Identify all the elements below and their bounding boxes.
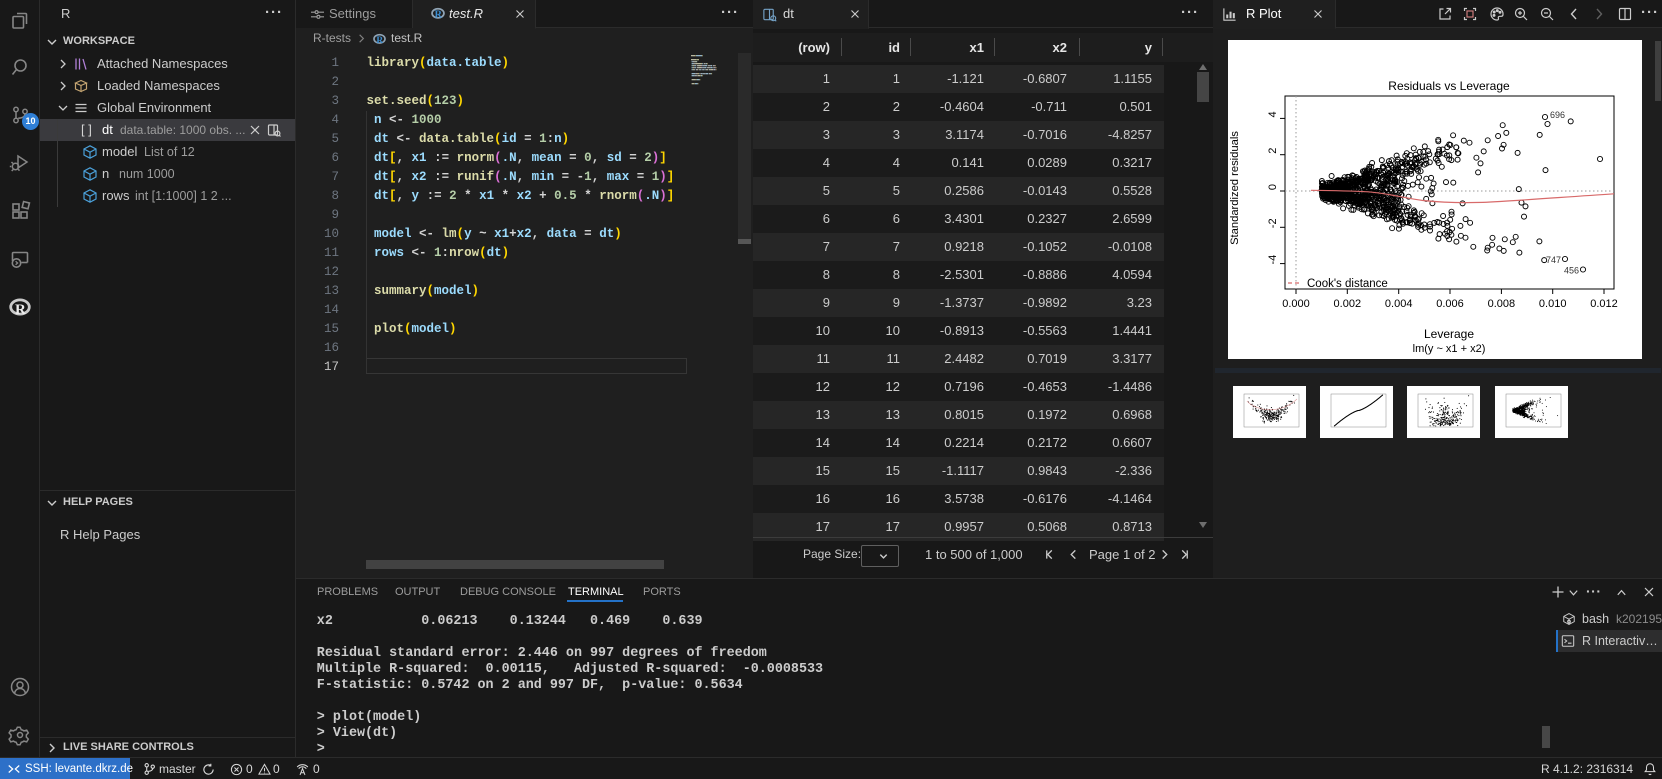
svg-text:R: R bbox=[435, 10, 443, 21]
svg-text:456: 456 bbox=[1564, 266, 1579, 276]
svg-text:4: 4 bbox=[1267, 111, 1279, 117]
svg-text:R: R bbox=[15, 302, 26, 318]
svg-text:Leverage: Leverage bbox=[1424, 327, 1474, 341]
svg-text:-4: -4 bbox=[1267, 255, 1279, 265]
svg-text:0.000: 0.000 bbox=[1282, 298, 1310, 310]
svg-text:0.012: 0.012 bbox=[1590, 298, 1618, 310]
svg-text:lm(y ~ x1 + x2): lm(y ~ x1 + x2) bbox=[1413, 343, 1486, 355]
svg-text:0.002: 0.002 bbox=[1334, 298, 1362, 310]
svg-text:2: 2 bbox=[1267, 148, 1279, 154]
svg-text:Residuals vs Leverage: Residuals vs Leverage bbox=[1388, 79, 1510, 93]
svg-text:Cook's distance: Cook's distance bbox=[1307, 278, 1388, 290]
svg-text:-2: -2 bbox=[1267, 218, 1279, 228]
svg-text:0.004: 0.004 bbox=[1385, 298, 1413, 310]
svg-text:0.006: 0.006 bbox=[1436, 298, 1464, 310]
svg-text:0.008: 0.008 bbox=[1488, 298, 1516, 310]
svg-text:R: R bbox=[376, 35, 383, 45]
svg-text:0: 0 bbox=[1267, 184, 1279, 190]
svg-text:696: 696 bbox=[1550, 110, 1565, 120]
svg-text:747: 747 bbox=[1546, 255, 1561, 265]
svg-text:0.010: 0.010 bbox=[1539, 298, 1567, 310]
svg-text:Standardized residuals: Standardized residuals bbox=[1229, 131, 1241, 245]
